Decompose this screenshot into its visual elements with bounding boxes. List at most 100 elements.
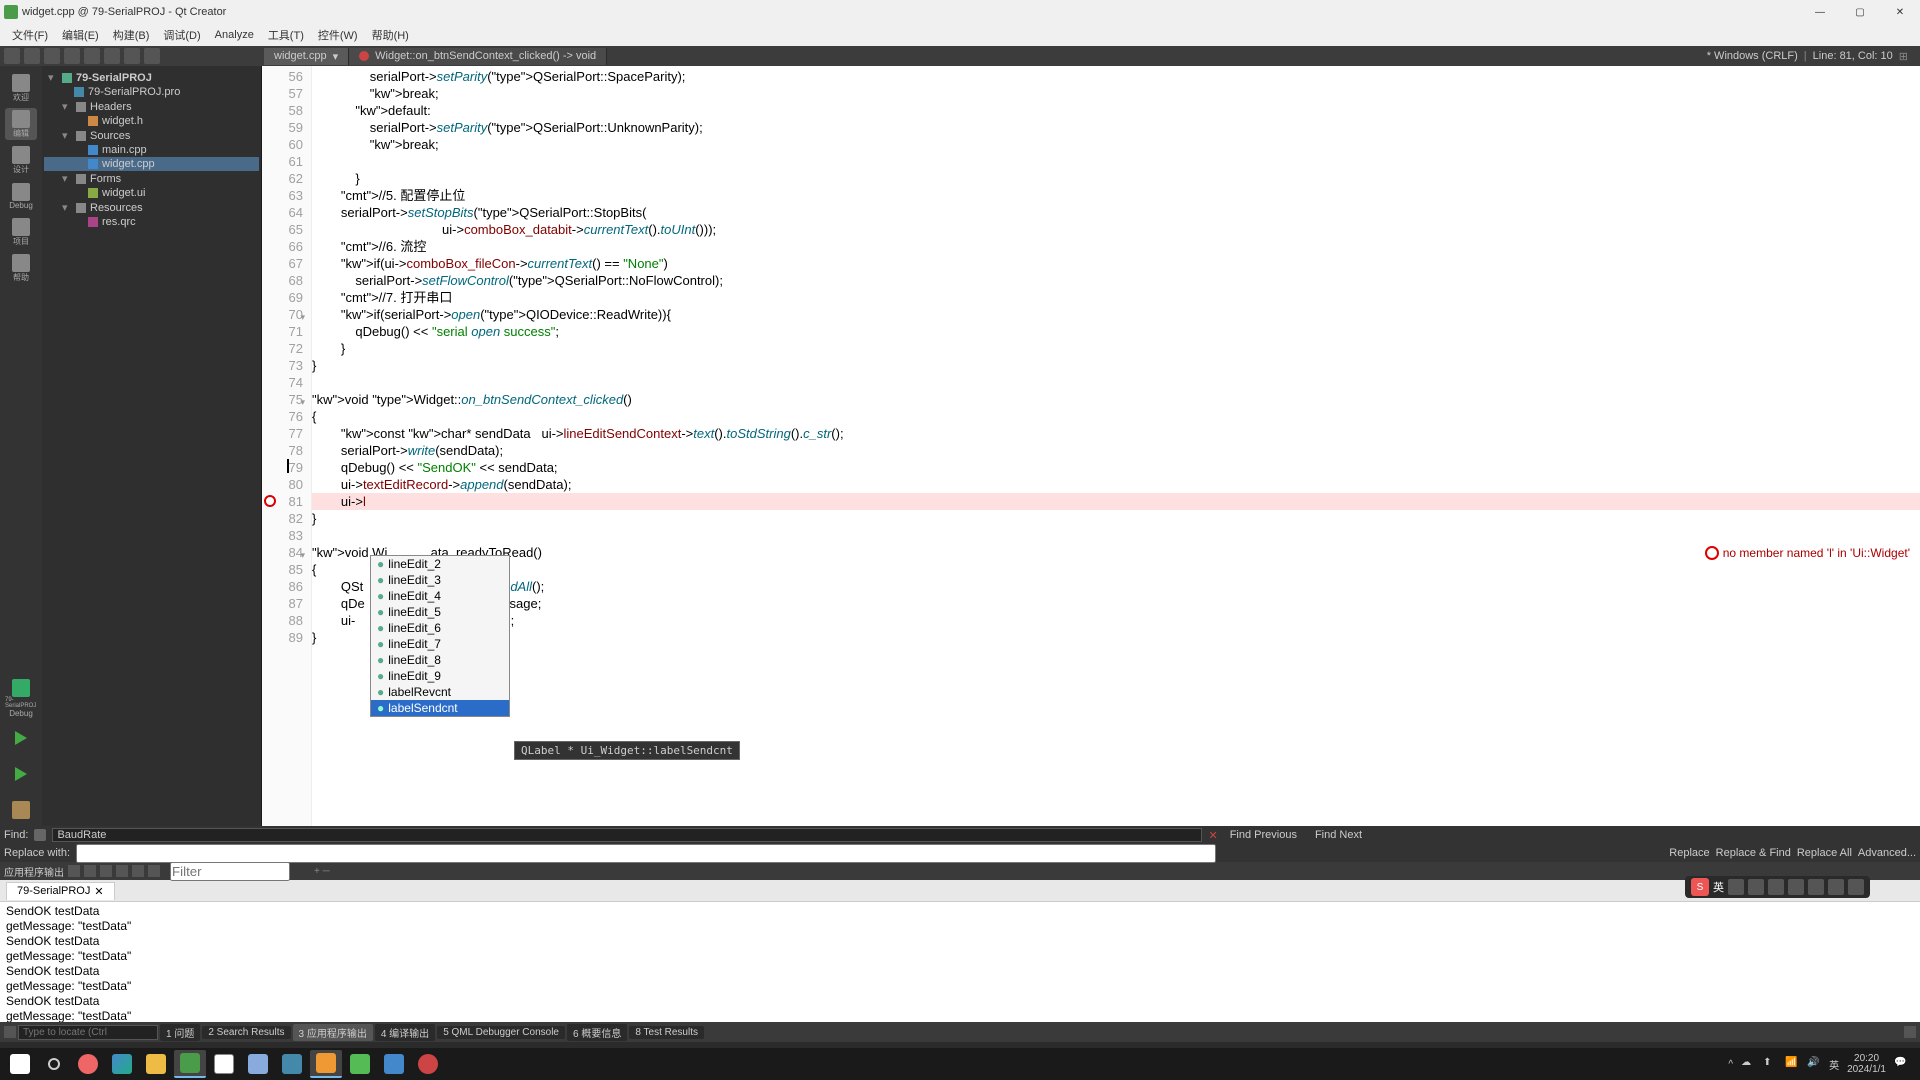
taskbar-app[interactable] — [208, 1050, 240, 1078]
line-gutter[interactable]: 565758596061626364656667686970▾717273747… — [262, 66, 312, 826]
menu-debug[interactable]: 调试(D) — [157, 25, 206, 45]
tray-ime[interactable]: 英 — [1829, 1057, 1839, 1072]
ime-lang[interactable]: 英 — [1713, 879, 1724, 895]
pane-compile[interactable]: 4 编译输出 — [375, 1024, 435, 1041]
autocomplete-item[interactable]: ● lineEdit_9 — [371, 668, 509, 684]
ime-panel[interactable]: S 英 — [1685, 876, 1870, 898]
output-btn[interactable] — [100, 865, 112, 877]
tree-folder[interactable]: Sources — [90, 130, 130, 142]
output-filter[interactable] — [170, 862, 290, 881]
tray-time[interactable]: 20:20 — [1847, 1053, 1886, 1064]
toolbar-button[interactable] — [64, 48, 80, 64]
minimize-button[interactable]: — — [1804, 4, 1836, 20]
close-button[interactable]: ✕ — [1884, 4, 1916, 20]
taskbar-app[interactable] — [140, 1050, 172, 1078]
search-button[interactable] — [38, 1050, 70, 1078]
toolbar-button[interactable] — [84, 48, 100, 64]
maximize-button[interactable]: ▢ — [1844, 4, 1876, 20]
autocomplete-item[interactable]: ● lineEdit_8 — [371, 652, 509, 668]
autocomplete-item[interactable]: ● lineEdit_7 — [371, 636, 509, 652]
taskbar-app[interactable] — [412, 1050, 444, 1078]
output-tab[interactable]: 79-SerialPROJ✕ — [6, 882, 115, 900]
kit-selector[interactable]: 79-SerialPROJDebug — [5, 678, 37, 718]
pane-test[interactable]: 8 Test Results — [629, 1026, 704, 1039]
tab-close-icon[interactable]: ✕ — [94, 885, 103, 898]
taskbar-app[interactable] — [242, 1050, 274, 1078]
mode-welcome[interactable]: 欢迎 — [5, 72, 37, 104]
cursor-position[interactable]: Line: 81, Col: 10 — [1813, 50, 1893, 63]
ime-button[interactable] — [1808, 879, 1824, 895]
advanced-button[interactable]: Advanced... — [1858, 847, 1916, 859]
tree-item[interactable]: 79-SerialPROJ.pro — [88, 86, 180, 98]
project-tree[interactable]: ▾79-SerialPROJ 79-SerialPROJ.pro ▾Header… — [42, 66, 262, 826]
taskbar-app[interactable] — [106, 1050, 138, 1078]
mode-design[interactable]: 设计 — [5, 144, 37, 176]
autocomplete-item[interactable]: ● lineEdit_5 — [371, 604, 509, 620]
replace-button[interactable]: Replace — [1669, 847, 1709, 859]
debug-run-button[interactable] — [5, 758, 37, 790]
output-console[interactable]: SendOK testDatagetMessage: "testData"Sen… — [0, 902, 1920, 1022]
pane-qml[interactable]: 5 QML Debugger Console — [437, 1026, 565, 1039]
mode-edit[interactable]: 编辑 — [5, 108, 37, 140]
build-button[interactable] — [5, 794, 37, 826]
locator-input[interactable] — [18, 1025, 158, 1040]
replace-input[interactable] — [76, 844, 1216, 863]
pane-search[interactable]: 2 Search Results — [202, 1026, 290, 1039]
find-prev-button[interactable]: Find Previous — [1224, 829, 1303, 841]
mode-help[interactable]: 帮助 — [5, 252, 37, 284]
find-next-button[interactable]: Find Next — [1309, 829, 1368, 841]
project-root[interactable]: 79-SerialPROJ — [76, 72, 152, 84]
autocomplete-item[interactable]: ● lineEdit_2 — [371, 556, 509, 572]
find-options-icon[interactable] — [34, 829, 46, 841]
tray-date[interactable]: 2024/1/1 — [1847, 1064, 1886, 1075]
locator-icon[interactable] — [4, 1026, 16, 1038]
replace-all-button[interactable]: Replace All — [1797, 847, 1852, 859]
ime-button[interactable] — [1728, 879, 1744, 895]
editor-tab[interactable]: widget.cpp▾ — [264, 48, 349, 65]
pane-output[interactable]: 3 应用程序输出 — [293, 1024, 373, 1041]
toolbar-button[interactable] — [44, 48, 60, 64]
tree-folder[interactable]: Forms — [90, 173, 121, 185]
pane-issues[interactable]: 1 问题 — [160, 1024, 200, 1041]
toolbar-button[interactable] — [124, 48, 140, 64]
ime-button[interactable] — [1828, 879, 1844, 895]
tree-item[interactable]: main.cpp — [102, 144, 147, 156]
toolbar-button[interactable] — [4, 48, 20, 64]
tree-item[interactable]: res.qrc — [102, 216, 136, 228]
run-button[interactable] — [5, 722, 37, 754]
find-input[interactable] — [52, 828, 1202, 842]
tree-item[interactable]: widget.cpp — [102, 158, 155, 170]
autocomplete-item[interactable]: ● lineEdit_6 — [371, 620, 509, 636]
taskbar-app[interactable] — [378, 1050, 410, 1078]
autocomplete-item[interactable]: ● lineEdit_4 — [371, 588, 509, 604]
autocomplete-item[interactable]: ● labelRevcnt — [371, 684, 509, 700]
menu-help[interactable]: 帮助(H) — [366, 25, 415, 45]
menu-tools[interactable]: 工具(T) — [262, 25, 310, 45]
toolbar-button[interactable] — [144, 48, 160, 64]
autocomplete-item[interactable]: ● labelSendcnt — [371, 700, 509, 716]
code-area[interactable]: serialPort->setParity("type">QSerialPort… — [312, 66, 1920, 826]
pane-general[interactable]: 6 概要信息 — [567, 1024, 627, 1041]
tray-wifi-icon[interactable]: 📶 — [1785, 1057, 1799, 1071]
output-btn[interactable] — [132, 865, 144, 877]
mode-projects[interactable]: 项目 — [5, 216, 37, 248]
menu-edit[interactable]: 编辑(E) — [56, 25, 105, 45]
taskbar-app[interactable] — [310, 1050, 342, 1078]
toolbar-button[interactable] — [104, 48, 120, 64]
editor-tab-symbol[interactable]: Widget::on_btnSendContext_clicked() -> v… — [349, 48, 607, 65]
ime-button[interactable] — [1748, 879, 1764, 895]
tree-item[interactable]: widget.ui — [102, 187, 145, 199]
encoding-indicator[interactable]: * Windows (CRLF) — [1707, 50, 1798, 63]
tree-folder[interactable]: Resources — [90, 202, 143, 214]
split-icon[interactable]: ⊞ — [1899, 50, 1908, 63]
menu-analyze[interactable]: Analyze — [209, 27, 260, 43]
tray-icon[interactable]: ⬆ — [1763, 1057, 1777, 1071]
pane-toggle-icon[interactable] — [1904, 1026, 1916, 1038]
output-btn[interactable] — [148, 865, 160, 877]
menu-file[interactable]: 文件(F) — [6, 25, 54, 45]
autocomplete-item[interactable]: ● lineEdit_3 — [371, 572, 509, 588]
tray-chevron-icon[interactable]: ^ — [1728, 1059, 1733, 1070]
taskbar-app[interactable] — [276, 1050, 308, 1078]
taskbar-app[interactable] — [72, 1050, 104, 1078]
tree-item[interactable]: widget.h — [102, 115, 143, 127]
